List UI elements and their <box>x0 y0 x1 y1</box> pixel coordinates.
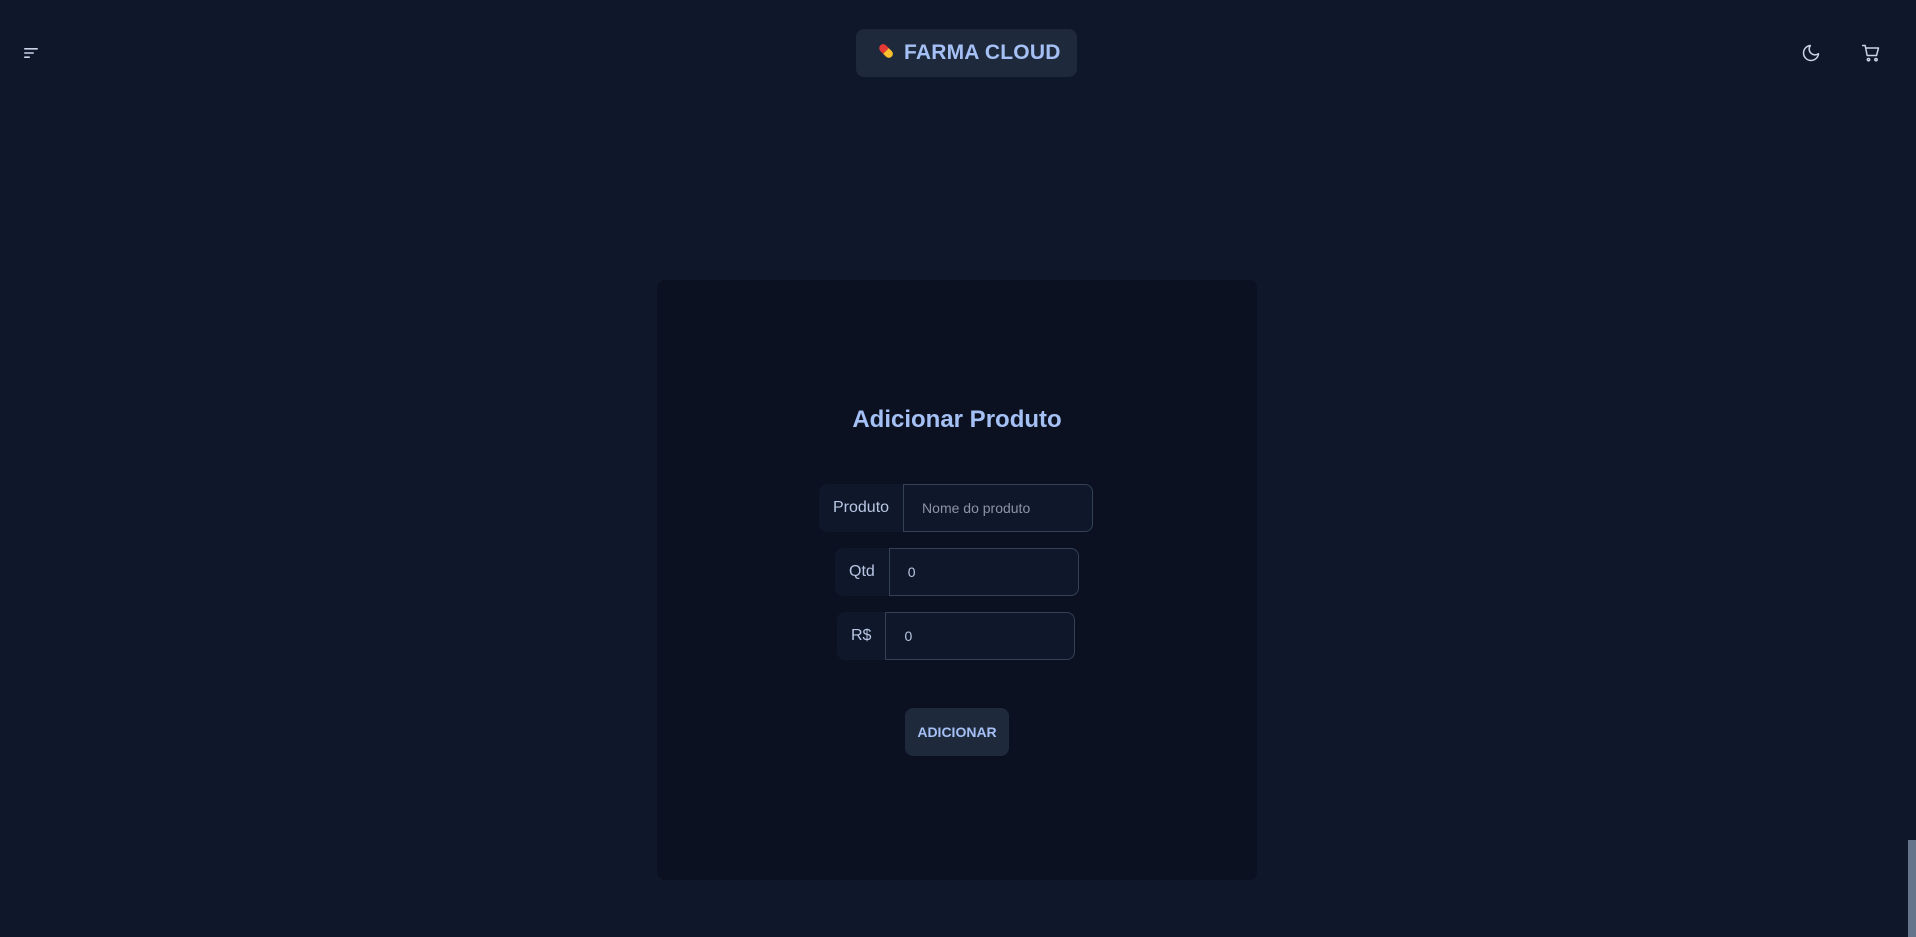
pill-icon <box>874 39 898 68</box>
hamburger-menu-icon[interactable] <box>20 41 44 65</box>
scrollbar[interactable] <box>1906 0 1916 937</box>
price-input[interactable] <box>902 627 1059 645</box>
form-title: Adicionar Produto <box>852 406 1062 433</box>
product-row: Produto <box>819 484 1094 532</box>
product-name-input[interactable] <box>920 499 1077 517</box>
brand-logo-button[interactable]: FARMA CLOUD <box>856 29 1077 77</box>
add-product-card: Adicionar Produto Produto Qtd R$ ADICION… <box>657 280 1257 880</box>
brand-name: FARMA CLOUD <box>904 41 1061 64</box>
price-label: R$ <box>837 612 886 660</box>
qty-row: Qtd <box>835 548 1079 596</box>
cart-icon[interactable] <box>1859 41 1883 65</box>
price-row: R$ <box>837 612 1076 660</box>
moon-icon[interactable] <box>1799 41 1823 65</box>
qty-input[interactable] <box>905 563 1062 581</box>
navbar: FARMA CLOUD <box>0 0 1906 106</box>
price-input-wrapper <box>885 612 1076 660</box>
scrollbar-thumb[interactable] <box>1908 840 1916 937</box>
qty-label: Qtd <box>835 548 889 596</box>
qty-input-wrapper <box>888 548 1079 596</box>
product-label: Produto <box>819 484 904 532</box>
add-button[interactable]: ADICIONAR <box>905 708 1009 756</box>
product-input-wrapper <box>903 484 1094 532</box>
